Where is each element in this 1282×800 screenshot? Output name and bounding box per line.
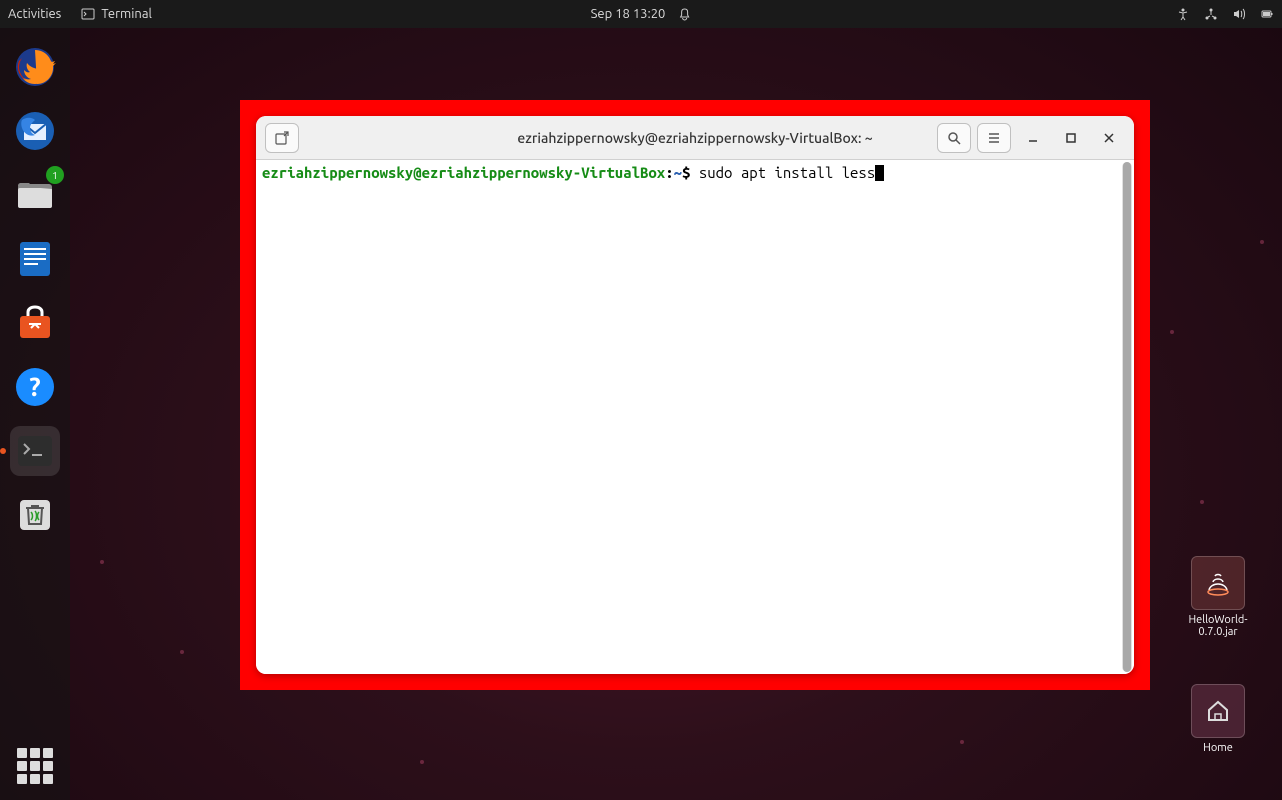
- new-tab-button[interactable]: [265, 123, 299, 153]
- app-indicator-label: Terminal: [101, 7, 152, 21]
- software-icon: [14, 302, 56, 344]
- dock-firefox[interactable]: [10, 42, 60, 92]
- search-icon: [946, 130, 962, 146]
- dock-terminal[interactable]: [10, 426, 60, 476]
- terminal-window: ezriahzippernowsky@ezriahzippernowsky-Vi…: [256, 116, 1134, 674]
- wallpaper-sparkle: [1200, 500, 1204, 504]
- maximize-button[interactable]: [1052, 123, 1090, 153]
- wallpaper-sparkle: [1170, 330, 1174, 334]
- desktop-file-label: HelloWorld-0.7.0.jar: [1178, 614, 1258, 638]
- home-folder-icon: [1191, 684, 1245, 738]
- terminal-titlebar[interactable]: ezriahzippernowsky@ezriahzippernowsky-Vi…: [256, 116, 1134, 160]
- terminal-cursor: [875, 165, 884, 181]
- prompt-path: ~: [674, 164, 682, 181]
- trash-icon: [14, 494, 56, 536]
- wallpaper-sparkle: [960, 740, 964, 744]
- new-tab-icon: [274, 130, 290, 146]
- dock-files[interactable]: 1: [10, 170, 60, 220]
- dock-trash[interactable]: [10, 490, 60, 540]
- volume-icon[interactable]: [1232, 7, 1246, 21]
- dock-thunderbird[interactable]: [10, 106, 60, 156]
- terminal-scrollbar[interactable]: [1122, 162, 1132, 672]
- jar-file-icon: [1191, 556, 1245, 610]
- prompt-separator: :: [665, 164, 673, 181]
- terminal-icon: [81, 7, 95, 21]
- svg-text:?: ?: [29, 372, 40, 401]
- wallpaper-sparkle: [1260, 240, 1264, 244]
- activities-button[interactable]: Activities: [8, 7, 61, 21]
- minimize-icon: [1027, 132, 1039, 144]
- files-badge: 1: [46, 166, 64, 184]
- prompt-user-host: ezriahzippernowsky@ezriahzippernowsky-Vi…: [262, 164, 665, 181]
- maximize-icon: [1065, 132, 1077, 144]
- annotation-highlight: ezriahzippernowsky@ezriahzippernowsky-Vi…: [240, 100, 1150, 690]
- battery-icon[interactable]: [1260, 7, 1274, 21]
- terminal-dock-icon: [14, 430, 56, 472]
- app-indicator-terminal[interactable]: Terminal: [81, 7, 152, 21]
- thunderbird-icon: [14, 110, 56, 152]
- desktop-folder-home[interactable]: Home: [1178, 684, 1258, 754]
- desktop-folder-label: Home: [1178, 742, 1258, 754]
- scrollbar-thumb[interactable]: [1123, 162, 1131, 672]
- show-applications-button[interactable]: [17, 748, 53, 784]
- wallpaper-sparkle: [420, 760, 424, 764]
- network-icon[interactable]: [1204, 7, 1218, 21]
- menu-button[interactable]: [977, 123, 1011, 153]
- clock[interactable]: Sep 18 13:20: [591, 7, 666, 21]
- firefox-icon: [14, 46, 56, 88]
- writer-icon: [14, 238, 56, 280]
- dock-help[interactable]: ?: [10, 362, 60, 412]
- minimize-button[interactable]: [1014, 123, 1052, 153]
- wallpaper-sparkle: [180, 650, 184, 654]
- terminal-command: sudo apt install less: [690, 164, 875, 181]
- close-button[interactable]: [1090, 123, 1128, 153]
- terminal-title: ezriahzippernowsky@ezriahzippernowsky-Vi…: [517, 130, 872, 146]
- dock-software[interactable]: [10, 298, 60, 348]
- hamburger-icon: [986, 130, 1002, 146]
- close-icon: [1103, 132, 1115, 144]
- launcher-dock: 1 ?: [0, 28, 70, 800]
- terminal-line: ezriahzippernowsky@ezriahzippernowsky-Vi…: [262, 164, 1128, 181]
- gnome-topbar: Activities Terminal Sep 18 13:20: [0, 0, 1282, 28]
- help-icon: ?: [14, 366, 56, 408]
- desktop-file-jar[interactable]: HelloWorld-0.7.0.jar: [1178, 556, 1258, 638]
- search-button[interactable]: [937, 123, 971, 153]
- notification-bell-icon[interactable]: [677, 7, 691, 21]
- terminal-body[interactable]: ezriahzippernowsky@ezriahzippernowsky-Vi…: [256, 160, 1134, 674]
- dock-writer[interactable]: [10, 234, 60, 284]
- accessibility-icon[interactable]: [1176, 7, 1190, 21]
- wallpaper-sparkle: [100, 560, 104, 564]
